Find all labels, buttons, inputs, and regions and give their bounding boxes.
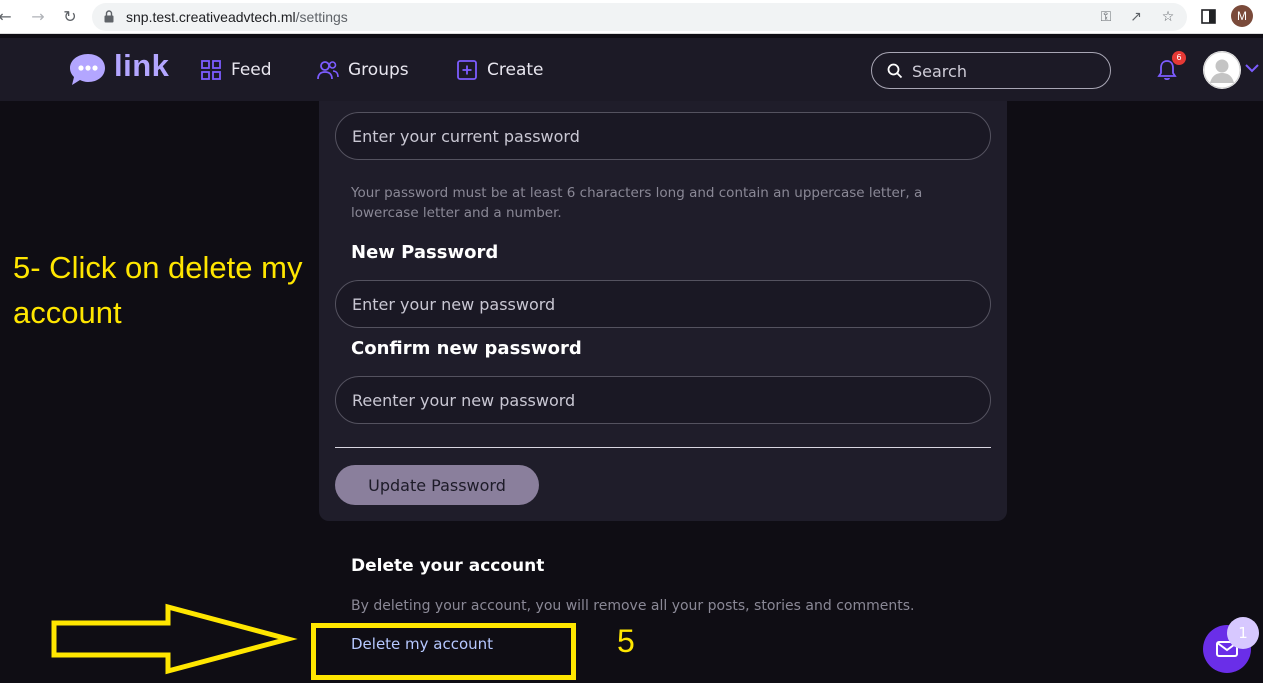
users-icon [317, 61, 339, 80]
forward-arrow-icon[interactable]: → [27, 6, 49, 28]
plus-square-icon [457, 60, 477, 80]
user-avatar-icon [1203, 51, 1241, 89]
nav-groups[interactable]: Groups [317, 58, 409, 82]
new-password-input[interactable] [335, 280, 991, 328]
search-box[interactable] [871, 52, 1111, 89]
search-icon [887, 63, 903, 79]
chat-bubble-logo-icon[interactable] [68, 52, 110, 88]
annotation-instruction: 5- Click on delete my account [13, 250, 303, 330]
chat-badge: 1 [1227, 617, 1259, 649]
nav-create-label: Create [487, 60, 544, 80]
new-password-label: New Password [351, 242, 499, 263]
confirm-password-input[interactable] [335, 376, 991, 424]
side-panel-icon[interactable] [1201, 9, 1216, 24]
delete-account-title: Delete your account [351, 556, 545, 576]
browser-profile-avatar[interactable]: M [1231, 5, 1253, 27]
chevron-down-icon[interactable] [1244, 62, 1260, 74]
share-icon[interactable]: ↗ [1126, 7, 1146, 27]
logo-text[interactable]: link [114, 48, 169, 84]
delete-account-description: By deleting your account, you will remov… [351, 598, 915, 614]
back-arrow-icon[interactable]: ← [0, 6, 16, 28]
current-password-input[interactable] [335, 112, 991, 160]
search-input[interactable] [912, 61, 1102, 81]
url-text: snp.test.creativeadvtech.ml/settings [126, 9, 348, 25]
address-bar[interactable]: snp.test.creativeadvtech.ml/settings ⚿ ↗… [92, 3, 1187, 31]
star-icon[interactable]: ☆ [1158, 7, 1178, 27]
browser-toolbar: ← → ↻ snp.test.creativeadvtech.ml/settin… [0, 0, 1263, 34]
lock-icon [104, 10, 114, 23]
notification-badge: 6 [1172, 51, 1186, 65]
password-hint: Your password must be at least 6 charact… [351, 185, 923, 221]
annotation-step-number: 5 [617, 623, 635, 659]
password-settings-card: Your password must be at least 6 charact… [319, 101, 1007, 521]
annotation-highlight-box [311, 623, 576, 680]
avatar[interactable] [1203, 51, 1241, 89]
nav-create[interactable]: Create [456, 58, 544, 82]
key-icon[interactable]: ⚿ [1096, 7, 1116, 27]
divider [335, 447, 991, 448]
reload-icon[interactable]: ↻ [59, 6, 81, 28]
app-header: link Feed Groups Create Search 6 [0, 38, 1263, 101]
nav-feed[interactable]: Feed [200, 58, 272, 82]
nav-groups-label: Groups [348, 60, 409, 80]
nav-feed-label: Feed [231, 60, 272, 80]
annotation-arrow-icon [51, 603, 298, 675]
grid-icon [201, 60, 221, 80]
update-password-button[interactable]: Update Password [335, 465, 539, 505]
confirm-password-label: Confirm new password [351, 338, 582, 359]
